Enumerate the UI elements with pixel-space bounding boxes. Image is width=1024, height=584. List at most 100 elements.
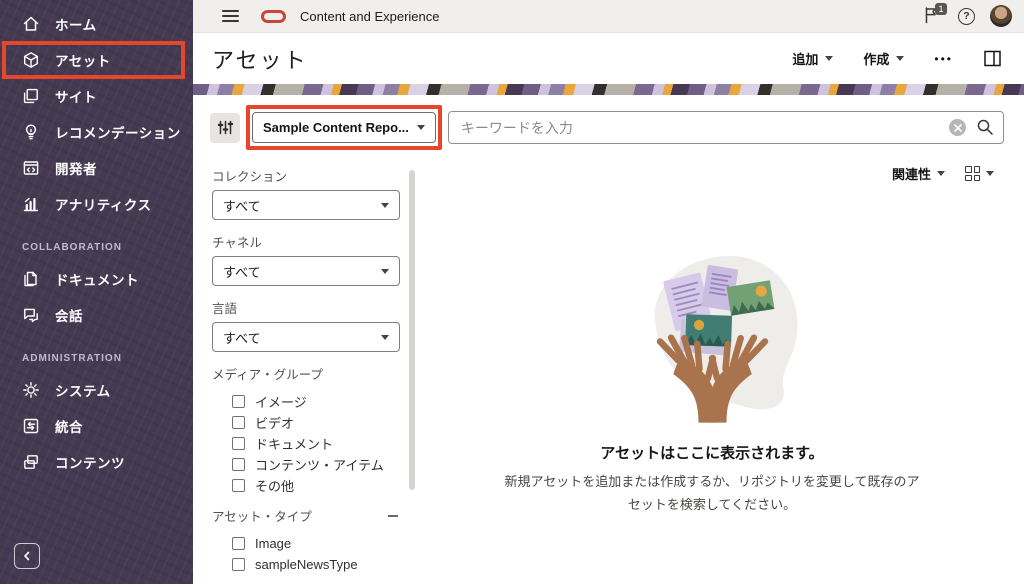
- channel-filter-value: すべて: [223, 262, 381, 281]
- sidebar-item-analytics[interactable]: アナリティクス: [0, 186, 193, 222]
- language-filter-select[interactable]: すべて: [212, 322, 400, 352]
- developer-icon: [22, 159, 40, 177]
- oracle-logo: [261, 10, 286, 23]
- checkbox[interactable]: [232, 537, 245, 550]
- channel-filter-select[interactable]: すべて: [212, 256, 400, 286]
- sidebar-item-home[interactable]: ホーム: [0, 6, 193, 42]
- chevron-down-icon: [381, 269, 389, 274]
- chat-icon: [22, 306, 40, 324]
- checkbox[interactable]: [232, 395, 245, 408]
- search-box: [448, 111, 1004, 144]
- content-row: コレクション すべて チャネル すべて 言語 すべて メディア・グループ: [193, 154, 1024, 584]
- filter-option-label: イメージ: [255, 392, 307, 411]
- checkbox[interactable]: [232, 416, 245, 429]
- sidebar-item-label: ホーム: [55, 14, 97, 34]
- sidebar-item-label: アナリティクス: [55, 194, 152, 214]
- collection-filter-select[interactable]: すべて: [212, 190, 400, 220]
- channel-filter-label: チャネル: [212, 232, 400, 251]
- filter-option-image-type[interactable]: Image: [212, 533, 400, 554]
- sidebar-nav: ホーム アセット サイト レコメンデーション: [0, 0, 193, 480]
- language-filter-value: すべて: [223, 328, 381, 347]
- chevron-down-icon: [825, 56, 833, 61]
- filter-option-label: Image: [255, 536, 291, 551]
- create-button[interactable]: 作成: [863, 49, 904, 68]
- sidebar-item-label: サイト: [55, 86, 97, 106]
- repository-select-wrap: Sample Content Repo...: [252, 112, 436, 143]
- checkbox[interactable]: [232, 437, 245, 450]
- language-filter-label: 言語: [212, 298, 400, 317]
- collapse-section-icon[interactable]: [388, 515, 398, 517]
- filter-toggle-button[interactable]: [210, 113, 240, 143]
- filter-option-samplenewstype[interactable]: sampleNewsType: [212, 554, 400, 575]
- add-button-label: 追加: [792, 49, 818, 68]
- sidebar-item-recommendations[interactable]: レコメンデーション: [0, 114, 193, 150]
- filter-option-content-items[interactable]: コンテンツ・アイテム: [212, 454, 400, 475]
- documents-icon: [22, 270, 40, 288]
- page-title: アセット: [212, 43, 308, 75]
- view-mode-dropdown[interactable]: [965, 166, 994, 181]
- filter-option-label: sampleNewsType: [255, 557, 358, 572]
- filter-option-others[interactable]: その他: [212, 475, 400, 496]
- sidebar-item-label: アセット: [55, 50, 111, 70]
- sidebar-item-integrations[interactable]: 統合: [0, 408, 193, 444]
- chevron-left-icon: [22, 551, 32, 561]
- sidebar-item-system[interactable]: システム: [0, 372, 193, 408]
- create-button-label: 作成: [863, 49, 889, 68]
- home-icon: [22, 15, 40, 33]
- checkbox[interactable]: [232, 458, 245, 471]
- sidebar-collapse-button[interactable]: [14, 543, 40, 569]
- gear-icon: [22, 381, 40, 399]
- assets-toolbar: Sample Content Repo...: [193, 95, 1024, 154]
- cube-icon: [22, 51, 40, 69]
- topbar-actions: 1 ?: [923, 5, 1012, 27]
- collection-filter-value: すべて: [223, 196, 381, 215]
- chevron-down-icon: [937, 171, 945, 176]
- filter-option-label: ドキュメント: [255, 434, 333, 453]
- sort-dropdown[interactable]: 関連性: [892, 164, 945, 183]
- integration-icon: [22, 417, 40, 435]
- sidebar-item-sites[interactable]: サイト: [0, 78, 193, 114]
- repository-select[interactable]: Sample Content Repo...: [252, 112, 436, 143]
- search-button[interactable]: [976, 118, 994, 136]
- sites-icon: [22, 87, 40, 105]
- sidebar-section-administration: ADMINISTRATION: [22, 353, 193, 364]
- filter-panel: コレクション すべて チャネル すべて 言語 すべて メディア・グループ: [212, 154, 400, 584]
- repository-select-value: Sample Content Repo...: [263, 120, 409, 135]
- collection-filter-label: コレクション: [212, 166, 400, 185]
- media-group-label: メディア・グループ: [212, 364, 323, 383]
- filter-scrollbar[interactable]: [409, 170, 415, 490]
- sidebar-item-label: システム: [55, 380, 111, 400]
- filter-option-documents[interactable]: ドキュメント: [212, 433, 400, 454]
- grid-view-icon: [965, 166, 980, 181]
- chevron-down-icon: [417, 125, 425, 130]
- sidebar-item-label: 会話: [55, 305, 83, 325]
- sidebar-item-conversations[interactable]: 会話: [0, 297, 193, 333]
- user-avatar[interactable]: [990, 5, 1012, 27]
- sidebar-item-documents[interactable]: ドキュメント: [0, 261, 193, 297]
- sidebar-item-content[interactable]: コンテンツ: [0, 444, 193, 480]
- more-actions-button[interactable]: •••: [934, 52, 953, 66]
- notification-badge: 1: [935, 3, 947, 15]
- sidebar-item-developer[interactable]: 開発者: [0, 150, 193, 186]
- chevron-down-icon: [986, 171, 994, 176]
- question-icon: ?: [963, 10, 969, 22]
- checkbox[interactable]: [232, 479, 245, 492]
- search-icon: [976, 118, 994, 136]
- hamburger-menu-icon[interactable]: [222, 10, 239, 22]
- side-panel-icon[interactable]: [983, 49, 1002, 68]
- clear-search-button[interactable]: [949, 119, 966, 136]
- title-actions: 追加 作成 •••: [792, 49, 1002, 68]
- filter-option-videos[interactable]: ビデオ: [212, 412, 400, 433]
- asset-type-header: アセット・タイプ: [212, 506, 400, 525]
- filter-option-images[interactable]: イメージ: [212, 391, 400, 412]
- help-button[interactable]: ?: [958, 8, 975, 25]
- empty-state-description: 新規アセットを追加または作成するか、リポジトリを変更して既存のアセットを検索して…: [500, 471, 925, 517]
- sidebar-item-assets[interactable]: アセット: [0, 42, 193, 78]
- add-button[interactable]: 追加: [792, 49, 833, 68]
- results-area: 関連性: [400, 154, 1024, 584]
- bar-chart-icon: [22, 195, 40, 213]
- search-input[interactable]: [448, 111, 1004, 144]
- checkbox[interactable]: [232, 558, 245, 571]
- notifications-button[interactable]: 1: [923, 6, 943, 26]
- results-header: 関連性: [892, 154, 1024, 183]
